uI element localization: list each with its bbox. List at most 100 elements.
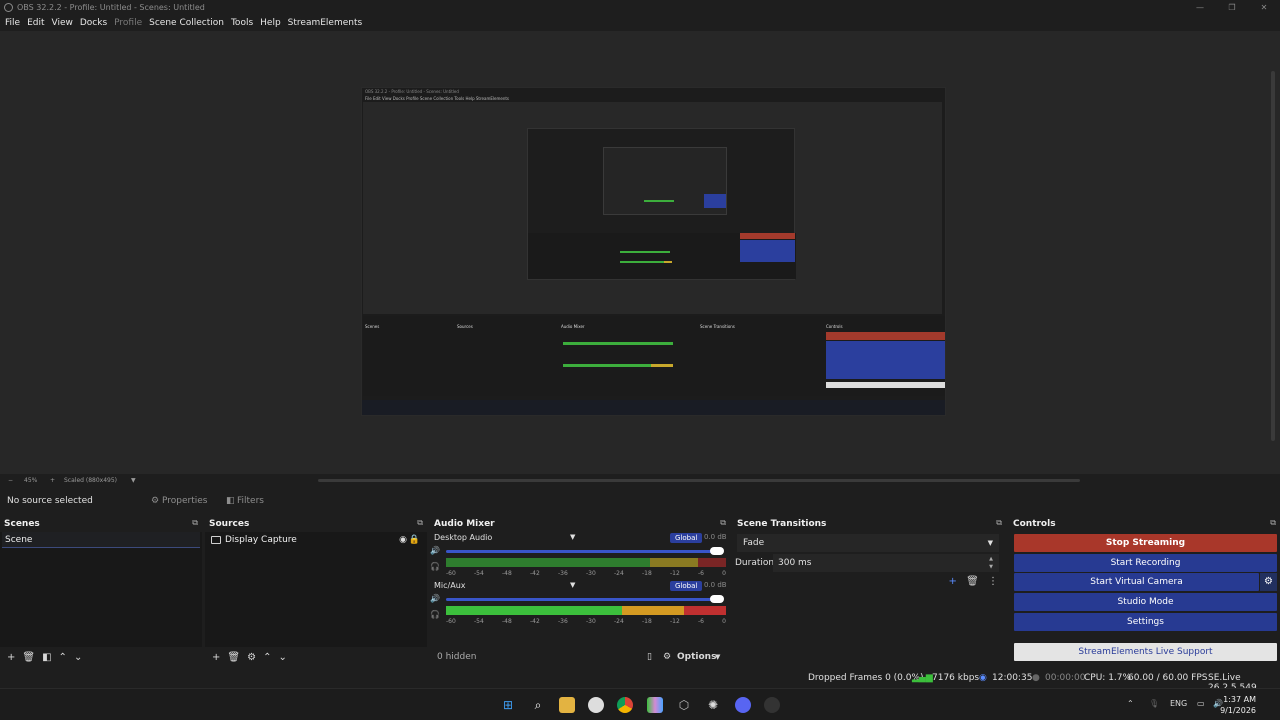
channel-name: Desktop Audio — [434, 533, 493, 542]
close-button[interactable]: ✕ — [1248, 0, 1280, 15]
app-icon[interactable]: ⬡ — [676, 697, 692, 713]
layout-icon[interactable]: ▯ — [647, 652, 652, 662]
remove-scene-icon[interactable]: 🗑 — [22, 652, 35, 663]
source-properties-icon[interactable]: ⚙ — [247, 652, 256, 663]
add-scene-icon[interactable]: + — [7, 652, 15, 663]
volume-slider-handle[interactable] — [710, 547, 724, 555]
captured-nested-preview — [603, 147, 727, 215]
transition-select[interactable]: Fade ▼ — [737, 534, 999, 552]
language-indicator[interactable]: ENG — [1170, 699, 1187, 708]
dock-float-icon[interactable]: ⧉ — [996, 518, 1002, 528]
menu-profile[interactable]: Profile — [114, 18, 142, 28]
scale-mode[interactable]: Scaled (880x495) — [64, 477, 117, 484]
volume-slider[interactable] — [446, 550, 718, 553]
start-recording-button[interactable]: Start Recording — [1014, 554, 1277, 572]
sources-dock: Sources ⧉ Display Capture ◉ 🔒 + 🗑 ⚙ ⌃ ⌄ — [205, 516, 427, 667]
preview-vertical-scrollbar[interactable] — [1271, 71, 1275, 441]
advanced-audio-icon[interactable]: ⚙ — [663, 652, 671, 662]
settings-button[interactable]: Settings — [1014, 613, 1277, 631]
discord-icon[interactable] — [735, 697, 751, 713]
volume-slider[interactable] — [446, 598, 718, 601]
network-icon[interactable]: ▭ — [1197, 699, 1205, 708]
duration-spinner[interactable]: ▲ ▼ — [989, 555, 993, 571]
chrome-icon[interactable] — [617, 697, 633, 713]
menu-view[interactable]: View — [52, 18, 73, 28]
zoom-out-button[interactable]: − — [8, 477, 13, 484]
menu-bar: File Edit View Docks Profile Scene Colle… — [0, 15, 364, 30]
volume-slider-handle[interactable] — [710, 595, 724, 603]
menu-tools[interactable]: Tools — [231, 18, 253, 28]
preview-horizontal-scrollbar[interactable] — [318, 479, 1080, 482]
start-virtual-camera-button[interactable]: Start Virtual Camera — [1014, 573, 1259, 591]
app-icon[interactable] — [588, 697, 604, 713]
stop-streaming-button[interactable]: Stop Streaming — [1014, 534, 1277, 552]
zoom-in-button[interactable]: + — [50, 477, 55, 484]
maximize-button[interactable]: ❐ — [1216, 0, 1248, 15]
lock-icon[interactable]: 🔒 — [409, 532, 420, 548]
move-up-icon[interactable]: ⌃ — [59, 652, 67, 663]
speaker-icon[interactable]: 🔊 — [430, 546, 440, 555]
dock-float-icon[interactable]: ⧉ — [417, 518, 423, 528]
nested-ctrl-buttons — [740, 240, 795, 262]
move-down-icon[interactable]: ⌄ — [278, 652, 286, 663]
minimize-button[interactable]: — — [1184, 0, 1216, 15]
obs-logo-icon — [4, 3, 13, 12]
menu-scene-collection[interactable]: Scene Collection — [149, 18, 224, 28]
menu-help[interactable]: Help — [260, 18, 281, 28]
chatgpt-icon[interactable]: ✺ — [705, 697, 721, 713]
remove-source-icon[interactable]: 🗑 — [227, 652, 240, 663]
no-source-label: No source selected — [7, 496, 93, 506]
chevron-down-icon[interactable]: ▼ — [715, 653, 720, 661]
chevron-up-icon[interactable]: ⌃ — [1127, 699, 1134, 708]
properties-button[interactable]: Properties — [162, 496, 207, 506]
microphone-icon[interactable]: 🎙 — [1149, 699, 1159, 708]
search-icon[interactable]: ⌕ — [530, 697, 546, 713]
scenes-toolbar: + 🗑 ◧ ⌃ ⌄ — [0, 647, 202, 667]
gear-icon[interactable]: ⚙ — [1260, 573, 1277, 591]
speaker-icon[interactable]: 🔊 — [430, 594, 440, 603]
move-down-icon[interactable]: ⌄ — [74, 652, 82, 663]
dock-float-icon[interactable]: ⧉ — [720, 518, 726, 528]
channel-db: 0.0 dB — [704, 581, 727, 589]
headphone-icon[interactable]: 🎧 — [430, 562, 440, 571]
streamelements-support-button[interactable]: StreamElements Live Support — [1014, 643, 1277, 661]
dock-float-icon[interactable]: ⧉ — [1270, 518, 1276, 528]
system-clock[interactable]: 1:37 AM 9/1/2026 — [1220, 694, 1256, 716]
tick-label: -6 — [698, 570, 704, 577]
file-explorer-icon[interactable] — [559, 697, 575, 713]
menu-streamelements[interactable]: StreamElements — [288, 18, 363, 28]
filters-button[interactable]: Filters — [237, 496, 264, 506]
global-badge[interactable]: Global — [670, 533, 703, 543]
display-capture-frame[interactable]: OBS 32.2.2 - Profile: Untitled - Scenes:… — [361, 87, 946, 416]
chevron-down-icon[interactable]: ▼ — [570, 581, 575, 589]
chevron-down-icon[interactable]: ▼ — [570, 533, 575, 541]
dock-float-icon[interactable]: ⧉ — [192, 518, 198, 528]
headphone-icon[interactable]: 🎧 — [430, 610, 440, 619]
menu-docks[interactable]: Docks — [80, 18, 107, 28]
remove-transition-icon[interactable]: 🗑 — [966, 576, 979, 587]
gear-icon: ⚙ — [151, 496, 160, 506]
app-icon[interactable] — [647, 697, 663, 713]
eye-icon[interactable]: ◉ — [399, 532, 407, 548]
menu-file[interactable]: File — [5, 18, 20, 28]
studio-mode-button[interactable]: Studio Mode — [1014, 593, 1277, 611]
windows-start-icon[interactable]: ⊞ — [500, 697, 516, 713]
audio-mixer-dock: Audio Mixer ⧉ Desktop Audio ▼ Global 0.0… — [430, 516, 730, 667]
global-badge[interactable]: Global — [670, 581, 703, 591]
chevron-down-icon[interactable]: ▼ — [131, 477, 136, 484]
source-list-item[interactable]: Display Capture ◉ 🔒 — [209, 532, 423, 548]
add-source-icon[interactable]: + — [212, 652, 220, 663]
more-options-icon[interactable]: ⋮ — [988, 576, 998, 587]
filter-scene-icon[interactable]: ◧ — [42, 652, 51, 663]
menu-edit[interactable]: Edit — [27, 18, 44, 28]
add-transition-icon[interactable]: + — [949, 576, 957, 587]
scene-list-item[interactable]: Scene — [2, 532, 200, 548]
duration-input[interactable]: 300 ms ▲ ▼ — [773, 554, 999, 572]
controls-dock: Controls ⧉ Stop Streaming Start Recordin… — [1009, 516, 1280, 667]
fps: 60.00 / 60.00 FPS — [1128, 673, 1208, 683]
options-button[interactable]: Options — [677, 652, 716, 662]
obs-icon[interactable] — [764, 697, 780, 713]
move-up-icon[interactable]: ⌃ — [263, 652, 271, 663]
tick-label: -42 — [530, 570, 540, 577]
stream-icon: ◉ — [979, 673, 987, 683]
